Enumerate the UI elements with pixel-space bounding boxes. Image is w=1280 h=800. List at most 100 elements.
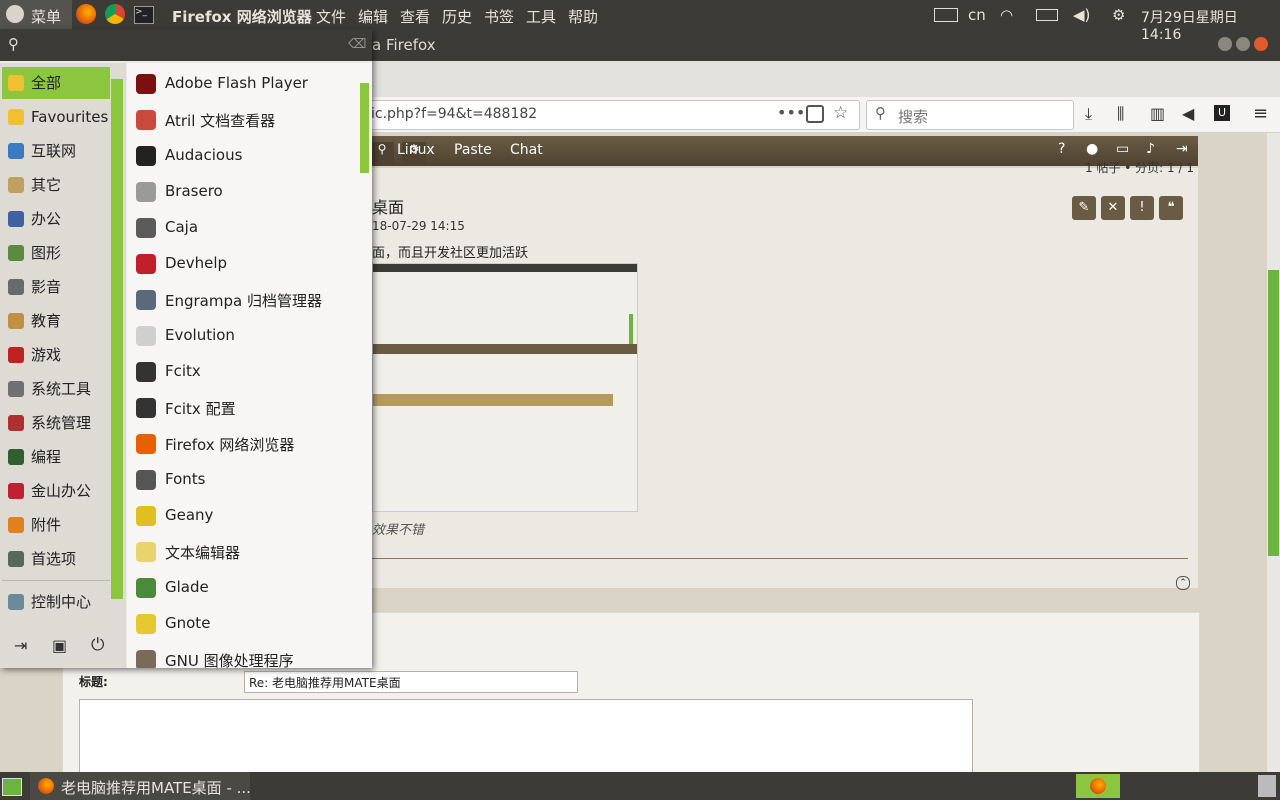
post-date: 18-07-29 14:15 (372, 219, 465, 233)
app-label: Adobe Flash Player (165, 74, 308, 92)
search-icon[interactable]: ⚲ (370, 142, 394, 164)
bottom-taskbar: 老电脑推荐用MATE桌面 - ... (0, 772, 1280, 800)
subject-value: Re: 老电脑推荐用MATE桌面 (249, 676, 401, 690)
app-label: Audacious (165, 146, 243, 164)
app-item[interactable]: Devhelp (133, 246, 359, 282)
logout-icon[interactable]: ⇥ (1176, 141, 1188, 157)
category-control-center[interactable]: 控制中心 (2, 586, 110, 618)
edit-post-button[interactable]: ✎ (1072, 196, 1096, 220)
url-text: ic.php?f=94&t=488182 (371, 106, 538, 122)
app-item[interactable]: Fonts (133, 462, 359, 498)
library-icon[interactable]: ⫼ (1117, 104, 1124, 124)
hamburger-menu-icon[interactable]: ≡ (1253, 103, 1268, 124)
nav-link-chat[interactable]: Chat (510, 142, 543, 158)
workspace-switcher[interactable] (1076, 774, 1120, 798)
app-label: Fcitx 配置 (165, 400, 236, 418)
app-item[interactable]: Brasero (133, 174, 359, 210)
search-placeholder: 搜索 (898, 108, 929, 126)
app-item[interactable]: Firefox 网络浏览器 (133, 426, 359, 462)
app-item[interactable]: Evolution (133, 318, 359, 354)
wifi-icon[interactable]: ◠ (1000, 6, 1013, 24)
firefox-icon (38, 778, 54, 794)
category-label: 控制中心 (31, 593, 92, 611)
app-item[interactable]: Atril 文档查看器 (133, 102, 359, 138)
divider (2, 580, 110, 581)
app-label: Fonts (165, 470, 206, 488)
app-icon (136, 398, 156, 418)
page-actions-icon[interactable]: ••• (777, 103, 805, 122)
sidebar-icon[interactable]: ▥ (1150, 104, 1165, 123)
menubar-view[interactable]: 查看 (400, 6, 430, 27)
menubar-tools[interactable]: 工具 (526, 6, 556, 27)
taskbar-window-button[interactable]: 老电脑推荐用MATE桌面 - ... (30, 772, 251, 800)
app-item[interactable]: Engrampa 归档管理器 (133, 282, 359, 318)
back-to-top-icon[interactable]: ⌃ (1176, 576, 1190, 590)
app-item[interactable]: Geany (133, 498, 359, 534)
app-icon (136, 506, 156, 526)
control-center-icon (8, 594, 24, 610)
battery-icon[interactable] (1036, 9, 1058, 21)
inbox-icon[interactable]: ▭ (1116, 141, 1129, 157)
app-icon (136, 578, 156, 598)
lock-screen-icon[interactable]: ▣ (52, 636, 67, 655)
power-icon[interactable]: ⏻ (91, 635, 104, 655)
keyboard-icon[interactable] (934, 8, 958, 22)
app-icon (136, 326, 156, 346)
settings-gear-icon[interactable]: ⚙ (1112, 6, 1125, 24)
app-icon (136, 146, 156, 166)
app-item[interactable]: Audacious (133, 138, 359, 174)
bell-icon[interactable]: ♪ (1146, 141, 1155, 157)
speaker-icon[interactable]: ◀ (1182, 104, 1194, 123)
app-label: Caja (165, 218, 199, 236)
volume-icon[interactable]: ◀) (1073, 6, 1090, 24)
search-bar[interactable]: ⚲ 搜索 (866, 100, 1074, 130)
app-label: Engrampa 归档管理器 (165, 292, 322, 310)
menubar-help[interactable]: 帮助 (568, 6, 598, 27)
app-label: Atril 文档查看器 (165, 112, 276, 130)
app-icon (136, 542, 156, 562)
app-label: Gnote (165, 614, 211, 632)
app-item[interactable]: GNU 图像处理程序 (133, 642, 359, 668)
menubar-bookmarks[interactable]: 书签 (484, 6, 514, 27)
app-item[interactable]: Gnote (133, 606, 359, 642)
menubar-history[interactable]: 历史 (442, 6, 472, 27)
logout-icon[interactable]: ⇥ (14, 636, 27, 655)
url-bar[interactable]: ic.php?f=94&t=488182 ••• ☆ (300, 100, 860, 130)
app-icon (136, 614, 156, 634)
app-label: GNU 图像处理程序 (165, 652, 294, 668)
scrollbar-thumb[interactable] (1268, 270, 1279, 556)
app-icon (136, 182, 156, 202)
subject-input[interactable]: Re: 老电脑推荐用MATE桌面 (244, 671, 578, 693)
ime-indicator[interactable]: cn (968, 6, 986, 24)
session-buttons: ⇥ ▣ ⏻ (0, 624, 126, 668)
app-item[interactable]: Fcitx 配置 (133, 390, 359, 426)
app-icon (136, 254, 156, 274)
nav-link-linux[interactable]: Linux (397, 142, 435, 158)
extension-icon[interactable]: U (1214, 105, 1230, 121)
app-item[interactable]: 文本编辑器 (133, 534, 359, 570)
divider (372, 558, 1188, 559)
show-desktop-icon[interactable] (2, 778, 22, 796)
app-icon (136, 110, 156, 130)
user-icon[interactable]: ● (1086, 141, 1098, 157)
nav-link-paste[interactable]: Paste (454, 142, 492, 158)
pocket-icon[interactable] (806, 105, 824, 123)
delete-post-button[interactable]: ✕ (1101, 196, 1125, 220)
app-label: Evolution (165, 326, 235, 344)
search-icon: ⚲ (875, 104, 886, 122)
app-item[interactable]: Glade (133, 570, 359, 606)
app-label: Devhelp (165, 254, 228, 272)
clock[interactable]: 7月29日星期日 14:16 (1141, 7, 1280, 43)
app-item[interactable]: Adobe Flash Player (133, 66, 359, 102)
page-counter: 1 帖子 • 分页: 1 / 1 (1085, 161, 1194, 175)
app-item[interactable]: Fcitx (133, 354, 359, 390)
downloads-icon[interactable]: ⤓ (1085, 104, 1092, 124)
post-caption: 效果不错 (372, 523, 425, 538)
app-item[interactable]: Caja (133, 210, 359, 246)
trash-icon[interactable] (1258, 775, 1276, 797)
quote-post-button[interactable]: ❝ (1159, 196, 1183, 220)
bookmark-star-icon[interactable]: ☆ (833, 103, 848, 123)
help-icon[interactable]: ? (1058, 141, 1065, 157)
post-text: 面，而且开发社区更加活跃 (372, 246, 529, 261)
report-post-button[interactable]: ! (1130, 196, 1154, 220)
